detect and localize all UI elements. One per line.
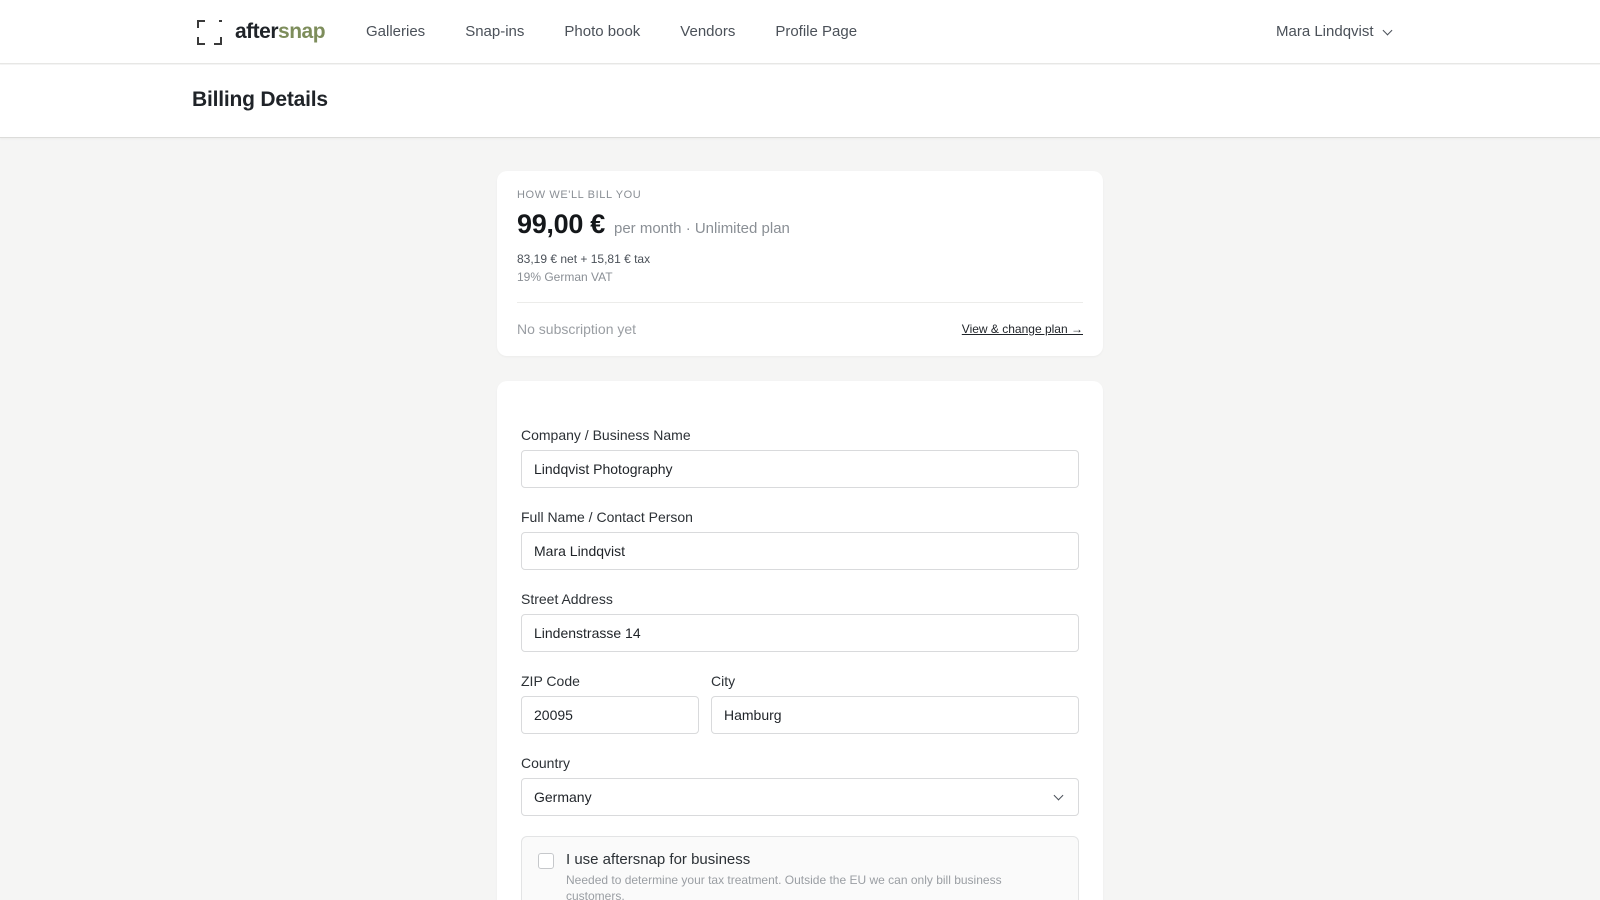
business-help-text: Needed to determine your tax treatment. … — [566, 873, 1002, 900]
street-field[interactable]: Lindenstrasse 14 — [521, 614, 1079, 652]
city-field[interactable]: Hamburg — [711, 696, 1079, 734]
city-value: Hamburg — [724, 707, 782, 723]
vat-note: 19% German VAT — [517, 270, 613, 284]
zip-label: ZIP Code — [521, 673, 580, 689]
full-name-field[interactable]: Mara Lindqvist — [521, 532, 1079, 570]
nav-profile-page[interactable]: Profile Page — [775, 22, 857, 42]
plan-period: per month · Unlimited plan — [613, 220, 790, 237]
price-row: 99,00 € per month · Unlimited plan — [517, 209, 790, 240]
plan-price: 99,00 € — [517, 209, 605, 239]
brand-name-part2: snap — [278, 20, 326, 43]
zip-field[interactable]: 20095 — [521, 696, 699, 734]
country-label: Country — [521, 755, 571, 771]
brand-logo[interactable]: aftersnap — [197, 19, 326, 45]
nav-snap-ins[interactable]: Snap-ins — [465, 22, 524, 42]
business-use-box: I use aftersnap for business Needed to d… — [521, 836, 1079, 900]
user-name: Mara Lindqvist — [1276, 23, 1374, 40]
country-select[interactable]: Germany — [521, 778, 1079, 816]
summary-divider — [517, 302, 1083, 303]
city-label: City — [711, 673, 736, 689]
nav-vendors[interactable]: Vendors — [680, 22, 735, 42]
page-header: Billing Details — [0, 65, 1600, 138]
nav-galleries[interactable]: Galleries — [366, 22, 425, 42]
page-title: Billing Details — [192, 88, 328, 111]
nav-photo-book[interactable]: Photo book — [564, 22, 640, 42]
subscription-status: No subscription yet — [517, 321, 637, 337]
change-plan-link[interactable]: View & change plan → — [962, 322, 1083, 336]
top-navigation: aftersnap Galleries Snap-ins Photo book … — [0, 0, 1600, 64]
focus-frame-icon — [197, 19, 222, 45]
billing-form-card: Company / Business Name Lindqvist Photog… — [497, 381, 1103, 900]
main-nav: Galleries Snap-ins Photo book Vendors Pr… — [366, 22, 897, 42]
country-value: Germany — [534, 789, 592, 805]
user-menu[interactable]: Mara Lindqvist — [1276, 22, 1392, 42]
street-value: Lindenstrasse 14 — [534, 625, 641, 641]
business-checkbox-label[interactable]: I use aftersnap for business — [566, 851, 750, 868]
brand-name-part1: after — [235, 20, 279, 43]
full-name-value: Mara Lindqvist — [534, 543, 626, 559]
billing-eyebrow: HOW WE'LL BILL YOU — [517, 189, 642, 201]
business-checkbox[interactable] — [538, 853, 554, 869]
company-value: Lindqvist Photography — [534, 461, 673, 477]
net-tax-breakdown: 83,19 € net + 15,81 € tax — [517, 252, 651, 266]
billing-summary-card: HOW WE'LL BILL YOU 99,00 € per month · U… — [497, 171, 1103, 356]
street-label: Street Address — [521, 591, 613, 607]
full-name-label: Full Name / Contact Person — [521, 509, 693, 525]
zip-value: 20095 — [534, 707, 573, 723]
company-label: Company / Business Name — [521, 427, 691, 443]
chevron-down-icon — [1053, 790, 1064, 801]
brand-wordmark: aftersnap — [235, 20, 326, 44]
chevron-down-icon — [1382, 25, 1392, 35]
company-field[interactable]: Lindqvist Photography — [521, 450, 1079, 488]
